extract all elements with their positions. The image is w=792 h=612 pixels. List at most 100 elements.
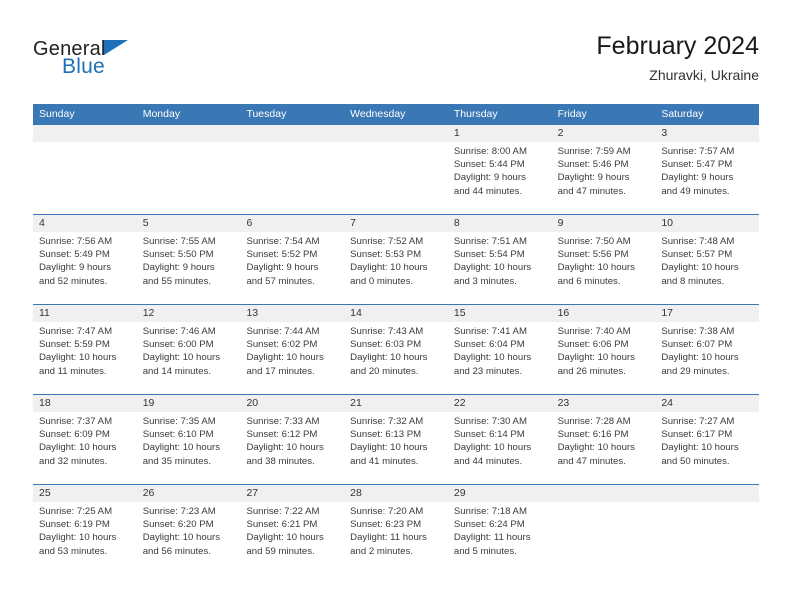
day-number-26[interactable]: 26: [137, 485, 241, 502]
day-number-2[interactable]: 2: [552, 125, 656, 142]
day-detail-line: and 55 minutes.: [142, 275, 211, 287]
day-detail-line: Sunrise: 7:50 AM: [557, 236, 631, 247]
day-detail-line: and 49 minutes.: [661, 185, 730, 197]
day-detail-24: Sunrise: 7:27 AM Sunset: 6:17 PM Daylight:…: [655, 412, 759, 484]
day-number-17[interactable]: 17: [655, 305, 759, 322]
day-detail-line: and 53 minutes.: [39, 545, 108, 557]
day-detail-line: Sunrise: 7:25 AM: [39, 506, 113, 517]
day-number-21[interactable]: 21: [344, 395, 448, 412]
day-detail-line: Sunset: 6:12 PM: [246, 429, 318, 441]
day-detail-line: Sunrise: 7:48 AM: [661, 236, 735, 247]
day-detail-line: and 29 minutes.: [661, 365, 730, 377]
day-detail-line: Daylight: 10 hours: [39, 352, 117, 364]
day-details-strip: Sunrise: 7:25 AM Sunset: 6:19 PM Daylight:…: [33, 502, 759, 574]
day-detail-16: Sunrise: 7:40 AM Sunset: 6:06 PM Daylight:…: [552, 322, 656, 394]
day-number-25[interactable]: 25: [33, 485, 137, 502]
day-number-7[interactable]: 7: [344, 215, 448, 232]
day-detail-27: Sunrise: 7:22 AM Sunset: 6:21 PM Daylight:…: [240, 502, 344, 574]
day-number-3[interactable]: 3: [655, 125, 759, 142]
day-detail-10: Sunrise: 7:48 AM Sunset: 5:57 PM Daylight:…: [655, 232, 759, 304]
triangle-icon: [104, 40, 128, 55]
day-detail-line: Sunset: 5:57 PM: [661, 249, 733, 261]
day-detail-8: Sunrise: 7:51 AM Sunset: 5:54 PM Daylight:…: [448, 232, 552, 304]
day-detail-23: Sunrise: 7:28 AM Sunset: 6:16 PM Daylight:…: [552, 412, 656, 484]
day-detail-line: Sunrise: 7:41 AM: [453, 326, 527, 337]
day-detail-4: Sunrise: 7:56 AM Sunset: 5:49 PM Daylight:…: [33, 232, 137, 304]
day-number-15[interactable]: 15: [448, 305, 552, 322]
day-number-28[interactable]: 28: [344, 485, 448, 502]
day-number-strip: 123: [33, 125, 759, 142]
day-number-5[interactable]: 5: [137, 215, 241, 232]
day-number-6[interactable]: 6: [240, 215, 344, 232]
day-detail-line: Sunset: 6:07 PM: [661, 339, 733, 351]
day-number-11[interactable]: 11: [33, 305, 137, 322]
day-number-29[interactable]: 29: [448, 485, 552, 502]
day-detail-line: Sunset: 6:14 PM: [453, 429, 525, 441]
day-number-16[interactable]: 16: [552, 305, 656, 322]
day-detail-25: Sunrise: 7:25 AM Sunset: 6:19 PM Daylight:…: [33, 502, 137, 574]
day-number-19[interactable]: 19: [137, 395, 241, 412]
day-number-22[interactable]: 22: [448, 395, 552, 412]
day-detail-12: Sunrise: 7:46 AM Sunset: 6:00 PM Daylight:…: [137, 322, 241, 394]
day-number-13[interactable]: 13: [240, 305, 344, 322]
day-detail-line: Sunrise: 7:57 AM: [661, 146, 735, 157]
day-detail-line: Sunrise: 7:51 AM: [453, 236, 527, 247]
day-number-12[interactable]: 12: [137, 305, 241, 322]
weekday-header-tuesday: Tuesday: [246, 108, 287, 120]
day-detail-line: Sunset: 6:17 PM: [661, 429, 733, 441]
day-detail-7: Sunrise: 7:52 AM Sunset: 5:53 PM Daylight:…: [344, 232, 448, 304]
day-detail-line: Sunset: 5:49 PM: [39, 249, 110, 261]
day-number-24[interactable]: 24: [655, 395, 759, 412]
day-number-18[interactable]: 18: [33, 395, 137, 412]
day-detail-line: Sunset: 5:59 PM: [39, 339, 110, 351]
day-detail-line: and 52 minutes.: [39, 275, 108, 287]
day-detail-line: Sunrise: 7:47 AM: [39, 326, 113, 337]
day-detail-line: Sunrise: 7:56 AM: [39, 236, 113, 247]
day-detail-line: Daylight: 10 hours: [557, 352, 635, 364]
day-detail-2: Sunrise: 7:59 AM Sunset: 5:46 PM Daylight:…: [552, 142, 656, 214]
day-detail-line: Daylight: 10 hours: [350, 352, 428, 364]
day-detail-line: Sunset: 6:23 PM: [350, 519, 422, 531]
weekday-header-wednesday: Wednesday: [350, 108, 406, 120]
day-number-8[interactable]: 8: [448, 215, 552, 232]
day-detail-line: and 44 minutes.: [453, 185, 523, 197]
day-detail-line: Sunset: 6:04 PM: [453, 339, 525, 351]
day-detail-line: Daylight: 11 hours: [350, 532, 427, 544]
day-number-strip: 4 5 6 7 8 9 10: [33, 215, 759, 232]
day-number-27[interactable]: 27: [240, 485, 344, 502]
day-detail-line: Daylight: 9 hours: [142, 262, 215, 274]
day-number-23[interactable]: 23: [552, 395, 656, 412]
day-number-14[interactable]: 14: [344, 305, 448, 322]
calendar-week-row: 4 5 6 7 8 9 10 Sunrise: 7:56 AM Sunset: 5:49 PM D…: [33, 214, 759, 304]
day-detail-line: and 6 minutes.: [557, 275, 621, 287]
day-number-20[interactable]: 20: [240, 395, 344, 412]
day-number-1[interactable]: 1: [448, 125, 552, 142]
day-detail-line: and 38 minutes.: [246, 455, 315, 467]
day-number-9[interactable]: 9: [552, 215, 656, 232]
day-detail-line: and 2 minutes.: [350, 545, 414, 557]
day-detail-line: Sunrise: 7:40 AM: [557, 326, 631, 337]
day-detail-line: and 47 minutes.: [557, 455, 626, 467]
weekday-header-saturday: Saturday: [661, 108, 704, 120]
day-detail-line: Sunset: 5:50 PM: [142, 249, 214, 261]
day-detail-18: Sunrise: 7:37 AM Sunset: 6:09 PM Daylight:…: [33, 412, 137, 484]
day-detail-line: Sunset: 5:53 PM: [350, 249, 422, 261]
day-detail-line: Sunrise: 7:44 AM: [246, 326, 320, 337]
day-detail-line: and 5 minutes.: [453, 545, 517, 557]
page-header: General Blue February 2024 Zhuravki, Ukr…: [33, 30, 759, 98]
day-detail-line: Sunrise: 7:23 AM: [142, 506, 216, 517]
day-number-4[interactable]: 4: [33, 215, 137, 232]
day-detail-line: Daylight: 9 hours: [557, 172, 630, 184]
day-detail-line: Sunrise: 7:33 AM: [246, 416, 320, 427]
logo-text-blue: Blue: [62, 55, 105, 78]
day-detail-line: Sunrise: 7:37 AM: [39, 416, 113, 427]
day-detail-line: Daylight: 10 hours: [661, 262, 739, 274]
day-detail-19: Sunrise: 7:35 AM Sunset: 6:10 PM Daylight:…: [137, 412, 241, 484]
weekday-header-thursday: Thursday: [453, 108, 498, 120]
day-detail-line: Sunset: 6:13 PM: [350, 429, 422, 441]
day-detail-line: and 35 minutes.: [142, 455, 211, 467]
day-number-10[interactable]: 10: [655, 215, 759, 232]
day-detail-line: and 56 minutes.: [142, 545, 211, 557]
general-blue-logo[interactable]: General Blue: [33, 38, 233, 86]
day-detail-line: Daylight: 10 hours: [246, 532, 324, 544]
